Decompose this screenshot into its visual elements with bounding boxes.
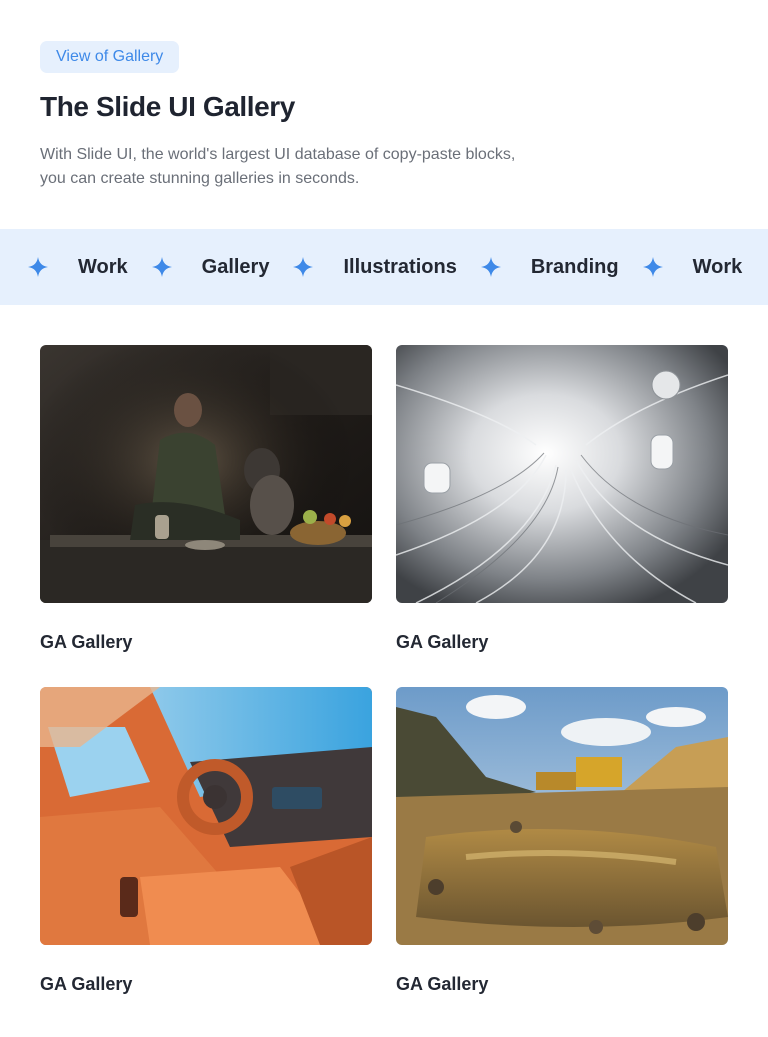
sparkle-icon xyxy=(28,257,48,277)
description-line-2: you can create stunning galleries in sec… xyxy=(40,170,360,187)
ticker-track: Work Gallery Illustrations Branding Work xyxy=(28,229,766,305)
gallery-card-3[interactable]: GA Gallery xyxy=(40,687,372,995)
ticker-item-branding[interactable]: Branding xyxy=(480,255,619,279)
ticker-item-work[interactable]: Work xyxy=(28,256,128,279)
gallery-card-1[interactable]: GA Gallery xyxy=(40,345,372,653)
ticker-item-work-repeat[interactable]: Work xyxy=(642,255,743,279)
ticker-label: Work xyxy=(78,255,128,278)
orange-car-interior-render[interactable] xyxy=(40,687,372,945)
ticker-label: Branding xyxy=(530,255,619,278)
gallery-card-2[interactable]: GA Gallery xyxy=(396,345,728,653)
description-line-1: With Slide UI, the world's largest UI da… xyxy=(40,146,516,163)
man-with-dog-photo[interactable] xyxy=(40,345,372,603)
page-description: With Slide UI, the world's largest UI da… xyxy=(40,143,580,191)
card-label: GA Gallery xyxy=(396,974,489,994)
ticker-item-gallery[interactable]: Gallery xyxy=(151,255,270,279)
sparkle-icon xyxy=(480,257,501,277)
sparkle-icon xyxy=(293,257,314,277)
ticker-label: Illustrations xyxy=(343,255,457,278)
page-title: The Slide UI Gallery xyxy=(40,91,295,122)
category-ticker: Work Gallery Illustrations Branding Work xyxy=(0,229,768,305)
ticker-label: Work xyxy=(692,255,743,278)
sparkle-icon xyxy=(151,257,172,277)
view-of-gallery-badge[interactable]: View of Gallery xyxy=(40,41,180,73)
ticker-label: Gallery xyxy=(201,255,270,278)
sparkle-icon xyxy=(642,257,663,277)
card-label: GA Gallery xyxy=(396,632,489,652)
gallery-card-4[interactable]: GA Gallery xyxy=(396,687,728,995)
ticker-item-illustrations[interactable]: Illustrations xyxy=(293,255,457,279)
silver-cable-tunnel-render[interactable] xyxy=(396,345,728,603)
card-label: GA Gallery xyxy=(40,974,133,994)
card-label: GA Gallery xyxy=(40,632,133,652)
quarry-landscape-painting[interactable] xyxy=(396,687,728,945)
